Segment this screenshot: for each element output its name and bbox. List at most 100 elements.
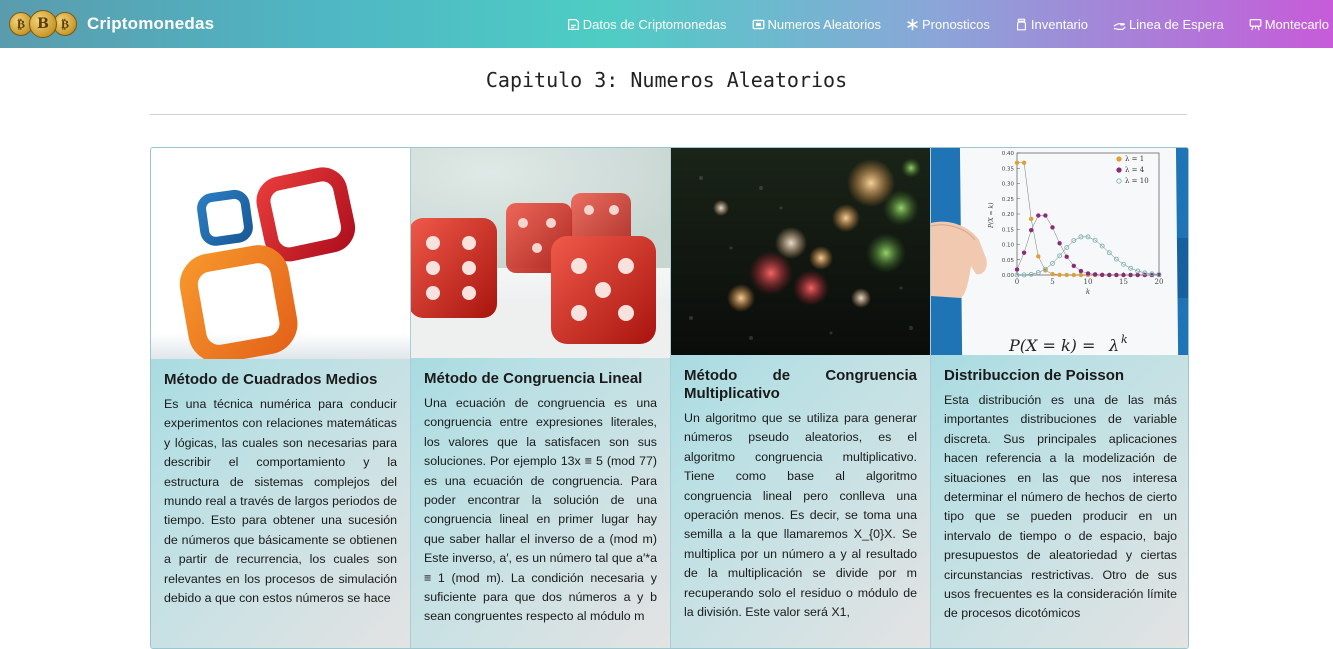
x-tick-label: 20 (1155, 278, 1164, 286)
data-point (1128, 272, 1133, 278)
data-point (1014, 160, 1020, 165)
nav-link-label: Datos de Criptomonedas (582, 16, 727, 32)
coin-icon: B (29, 10, 57, 38)
data-point (1050, 225, 1055, 230)
card-body: Método de Congruencia Lineal Una ecuació… (411, 358, 670, 627)
data-point (1028, 216, 1034, 222)
y-tick-label: 0.15 (1002, 227, 1015, 233)
screen-icon (752, 19, 764, 29)
bokeh-rain-image (671, 148, 930, 355)
nav-link-label: Pronosticos (921, 16, 990, 32)
card-text: Esta distribución es una de las más impo… (944, 393, 1177, 621)
poisson-chart-image: 0.40 0.35 0.30 0.25 0.20 0.15 0.10 0.05 0.000 5 10… (931, 148, 1188, 355)
card-text: Una ecuación de congruencia es una congr… (424, 396, 657, 624)
y-tick-label: 0.35 (1002, 166, 1015, 172)
data-point (1085, 271, 1091, 276)
nav-link-datos-criptomonedas[interactable]: Datos de Criptomonedas (567, 17, 727, 32)
formula-lambda: λ (1108, 336, 1119, 355)
legend-label: λ = 10 (1125, 177, 1149, 185)
nav-link-label: Numeros Aleatorios (767, 16, 881, 32)
data-point (1057, 241, 1062, 246)
data-point (1057, 272, 1062, 278)
card-image: 0.40 0.35 0.30 0.25 0.20 0.15 0.10 0.05 0.00 0 5 10… (931, 148, 1188, 355)
poisson-formula: P(X = k) = λ k (1008, 333, 1128, 355)
data-point (1071, 263, 1077, 269)
card-title: Método de Congruencia Multiplicativo (684, 367, 917, 402)
data-point (1043, 213, 1048, 218)
easel-icon (1249, 18, 1262, 30)
x-tick-label: 15 (1119, 278, 1128, 286)
y-tick-label: 0.10 (1002, 243, 1015, 249)
legend-label: λ = 1 (1125, 155, 1144, 163)
navbar: ₿ B ₿ Criptomonedas Datos de Criptomoned… (0, 0, 1333, 48)
y-tick-label: 0.20 (1002, 212, 1015, 218)
data-point (1078, 272, 1084, 278)
data-point (1064, 254, 1069, 259)
x-tick-label: 0 (1015, 278, 1019, 286)
data-point (1021, 250, 1027, 255)
legend-marker (1116, 156, 1122, 162)
card-body: Distribuccion de Poisson Esta distribuci… (931, 355, 1188, 624)
card-title: Método de Cuadrados Medios (164, 371, 378, 388)
card-cuadrados-medios: Método de Cuadrados Medios Es una técnic… (151, 148, 411, 648)
page-title: Capitulo 3: Numeros Aleatorios (485, 68, 848, 92)
nav-link-label: Inventario (1030, 16, 1088, 32)
nav-link-linea-espera[interactable]: Linea de Espera (1113, 17, 1224, 32)
data-point (1028, 227, 1034, 233)
data-point (1050, 271, 1055, 277)
data-point (1099, 272, 1105, 278)
coins-logo: ₿ B ₿ (9, 10, 77, 38)
nav-link-montecarlo[interactable]: Montecarlo (1249, 17, 1329, 32)
brand-title: Criptomonedas (87, 14, 215, 33)
card-body: Método de Congruencia Multiplicativo Un … (671, 355, 930, 622)
legend-label: λ = 4 (1125, 166, 1145, 174)
legend-marker (1116, 167, 1122, 173)
card-image (671, 148, 930, 355)
card-poisson: 0.40 0.35 0.30 0.25 0.20 0.15 0.10 0.05 0.00 0 5 10… (931, 148, 1188, 648)
y-tick-label: 0.05 (1002, 258, 1015, 264)
data-point (1092, 272, 1098, 277)
data-point (1014, 267, 1020, 272)
dice-image (411, 148, 670, 358)
formula-text: P(X = k) = (1008, 336, 1095, 355)
card-image (411, 148, 670, 358)
nav-links: Datos de Criptomonedas Numeros Aleatorio… (542, 0, 1329, 48)
card-image (151, 148, 410, 359)
data-point (1107, 272, 1112, 278)
card-text: Es una técnica numérica para conducir ex… (164, 397, 397, 606)
data-point (1135, 272, 1140, 278)
card-congruencia-multiplicativo: Método de Congruencia Multiplicativo Un … (671, 148, 931, 648)
hand-icon (1113, 22, 1126, 30)
brand[interactable]: ₿ B ₿ Criptomonedas (9, 10, 214, 38)
card-title: Método de Congruencia Lineal (424, 370, 643, 387)
y-tick-label: 0.30 (1002, 182, 1015, 188)
document-icon (567, 18, 579, 30)
data-point (1071, 272, 1077, 278)
y-axis-label: P(X = k) (988, 202, 995, 229)
y-tick-label: 0.40 (1002, 151, 1015, 157)
formula-exponent: k (1121, 333, 1128, 346)
jar-icon (1016, 18, 1026, 30)
y-tick-label: 0.00 (1002, 273, 1015, 279)
x-tick-label: 10 (1084, 278, 1093, 286)
card-congruencia-lineal: Método de Congruencia Lineal Una ecuació… (411, 148, 671, 648)
data-point (1036, 254, 1041, 259)
asterisk-icon (907, 18, 918, 30)
data-point (1078, 268, 1084, 274)
nav-link-pronosticos[interactable]: Pronosticos (906, 17, 990, 32)
squares-logo-image (151, 167, 410, 359)
card-title: Distribuccion de Poisson (944, 367, 1125, 384)
nav-link-numeros-aleatorios[interactable]: Numeros Aleatorios (752, 17, 881, 32)
data-point (1121, 272, 1126, 278)
data-point (1036, 213, 1041, 218)
divider (150, 114, 1187, 115)
data-point (1021, 160, 1027, 165)
y-tick-label: 0.25 (1002, 197, 1015, 203)
nav-link-label: Linea de Espera (1129, 16, 1224, 32)
data-point (1064, 272, 1069, 278)
data-point (1114, 272, 1119, 278)
card-body: Método de Cuadrados Medios Es una técnic… (151, 359, 410, 608)
card-deck: Método de Cuadrados Medios Es una técnic… (150, 147, 1189, 649)
nav-link-inventario[interactable]: Inventario (1015, 17, 1088, 32)
x-tick-label: 5 (1050, 278, 1054, 286)
